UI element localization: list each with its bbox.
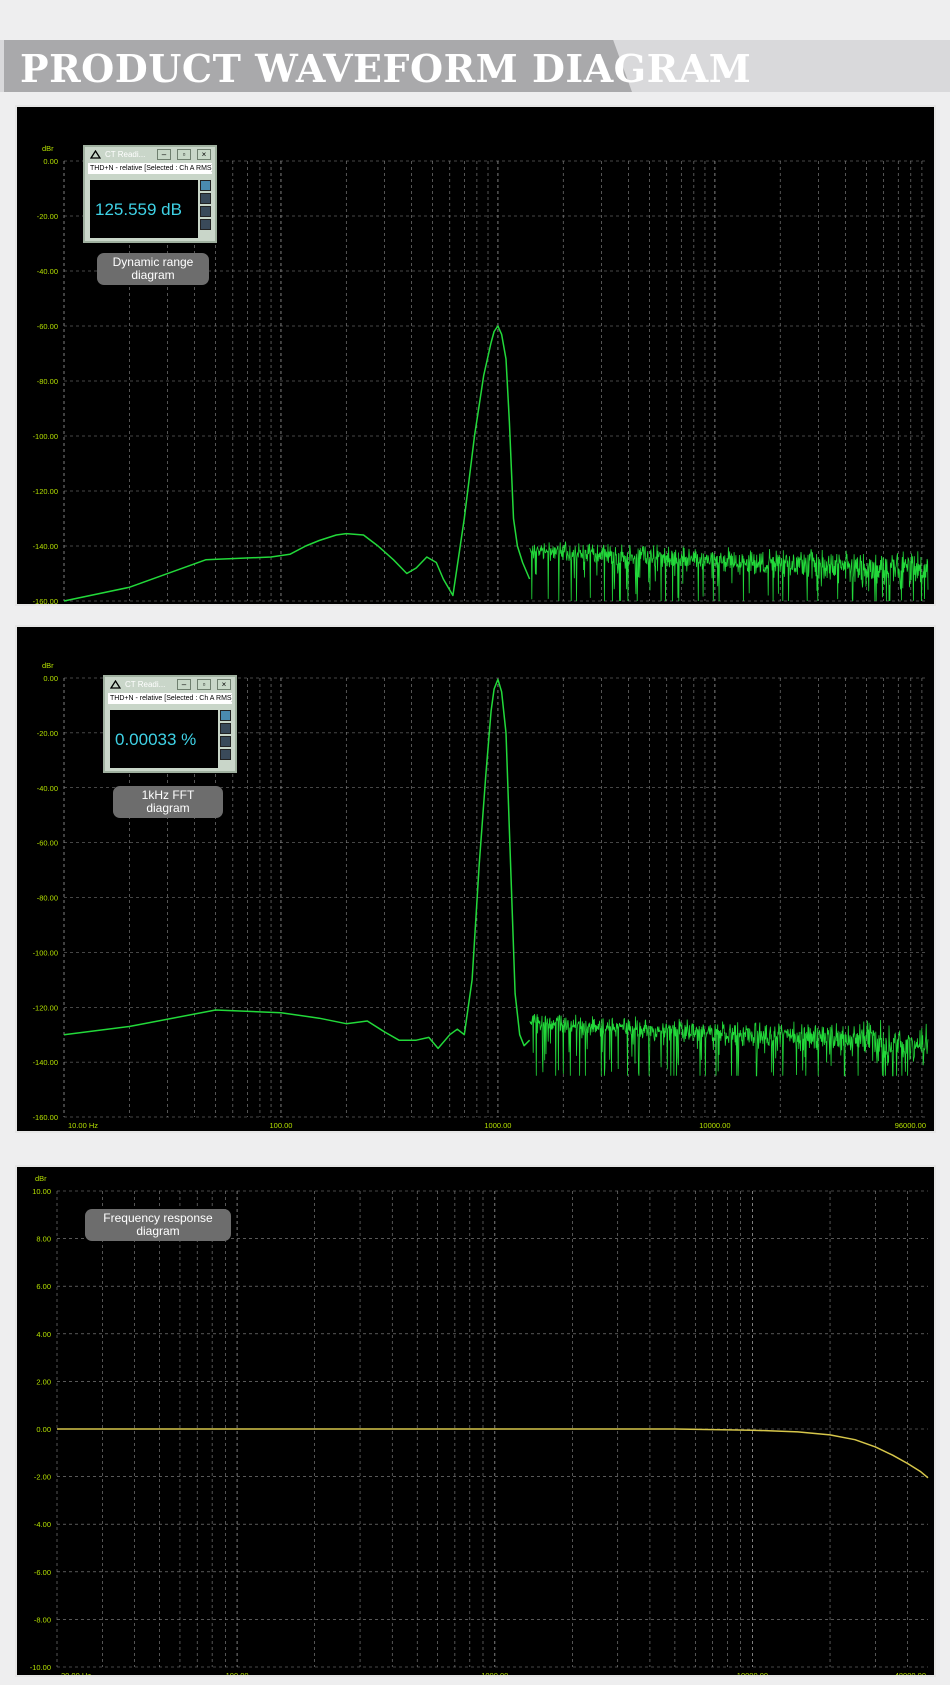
expand-icon[interactable] <box>200 219 211 230</box>
x-tick-label: 10000.00 <box>699 1121 730 1130</box>
y-tick-label: -140.00 <box>33 542 58 551</box>
x-tick-label: 96000.00 <box>895 1121 926 1130</box>
y-tick-label: -4.00 <box>34 1520 51 1529</box>
series-line <box>57 1428 929 1479</box>
frequency-response-chart: 10.00 8.00 6.00 4.00 2.00 0.00 -2.00 -4.00 -6.00… <box>15 1165 936 1677</box>
readout-titlebar: CT Readi... – ▫ × <box>85 147 215 163</box>
close-icon[interactable]: × <box>197 149 211 160</box>
readout-window-title: CT Readi... <box>105 150 146 159</box>
y-tick-label: -10.00 <box>30 1663 51 1672</box>
y-tick-label: 0.00 <box>36 1425 51 1434</box>
x-tick-label: 48000.00 <box>895 1671 926 1677</box>
y-tick-label: -20.00 <box>37 212 58 221</box>
y-tick-label: -80.00 <box>37 894 58 903</box>
y-axis-label: dBr <box>42 144 54 153</box>
readout-window: CT Readi... – ▫ × THD+N - relative [Select… <box>103 675 237 773</box>
readout-app-icon <box>110 680 121 689</box>
y-tick-label: 0.00 <box>43 157 58 166</box>
fft-chart: 0.00 -20.00 -40.00 -60.00 -80.00 -100.00 -120.… <box>15 625 936 1133</box>
x-tick-label: 100.00 <box>269 605 292 606</box>
readout-value: 0.00033 % <box>115 730 197 749</box>
y-tick-label: -40.00 <box>37 267 58 276</box>
x-tick-label: 10000.00 <box>737 1671 768 1677</box>
series-line <box>63 325 531 602</box>
y-tick-label: 6.00 <box>36 1282 51 1291</box>
noise-floor-trace <box>529 1013 929 1077</box>
y-tick-label: -160.00 <box>33 1113 58 1122</box>
y-tick-label: 8.00 <box>36 1235 51 1244</box>
x-tick-label: 1000.00 <box>484 1121 511 1130</box>
y-tick-label: -80.00 <box>37 377 58 386</box>
page-title: PRODUCT WAVEFORM DIAGRAM <box>20 46 752 91</box>
x-tick-label: 10000.00 <box>699 605 730 606</box>
graph-icon[interactable] <box>220 736 231 747</box>
y-tick-label: -60.00 <box>37 839 58 848</box>
x-tick-label: 1000.00 <box>484 605 511 606</box>
y-tick-label: -160.00 <box>33 597 58 606</box>
dynamic-range-callout: Dynamic range diagram <box>97 253 209 285</box>
restore-icon[interactable]: ▫ <box>177 149 191 160</box>
y-tick-label: -100.00 <box>33 432 58 441</box>
settings-icon[interactable] <box>220 723 231 734</box>
readout-app-icon <box>90 150 101 159</box>
readout-subtitle: THD+N - relative [Selected : Ch A RMS] <box>88 163 212 174</box>
y-tick-label: 4.00 <box>36 1330 51 1339</box>
y-tick-label: -140.00 <box>33 1058 58 1067</box>
y-tick-label: -60.00 <box>37 322 58 331</box>
y-tick-label: 2.00 <box>36 1377 51 1386</box>
y-tick-label: -120.00 <box>33 487 58 496</box>
y-axis-label: dBr <box>42 661 54 670</box>
x-tick-label: 10.00 Hz <box>68 1121 98 1130</box>
dynamic-range-chart: 0.00 -20.00 -40.00 -60.00 -80.00 -100.00 -120.… <box>15 105 936 606</box>
noise-floor-trace <box>529 541 929 602</box>
y-tick-label: -20.00 <box>37 729 58 738</box>
readout-display: 0.00033 % <box>110 710 218 768</box>
x-tick-label: 100.00 <box>226 1671 249 1677</box>
meter-icon[interactable] <box>220 710 231 721</box>
x-tick-label: 100.00 <box>269 1121 292 1130</box>
restore-icon[interactable]: ▫ <box>197 679 211 690</box>
x-tick-label: 10.00 Hz <box>68 605 98 606</box>
y-tick-label: -8.00 <box>34 1615 51 1624</box>
readout-display: 125.559 dB <box>90 180 198 238</box>
readout-titlebar: CT Readi... – ▫ × <box>105 677 235 693</box>
frequency-response-callout: Frequency response diagram <box>85 1209 231 1241</box>
readout-window: CT Readi... – ▫ × THD+N - relative [Select… <box>83 145 217 243</box>
readout-subtitle: THD+N - relative [Selected : Ch A RMS] <box>108 693 232 704</box>
y-tick-label: 10.00 <box>32 1187 51 1196</box>
minimize-icon[interactable]: – <box>157 149 171 160</box>
readout-value: 125.559 dB <box>95 200 182 219</box>
y-tick-label: -40.00 <box>37 784 58 793</box>
x-tick-label: 20.00 Hz <box>61 1671 91 1677</box>
minimize-icon[interactable]: – <box>177 679 191 690</box>
x-tick-label: 1000.00 <box>481 1671 508 1677</box>
readout-side-tools <box>200 180 212 232</box>
graph-icon[interactable] <box>200 206 211 217</box>
fft-callout: 1kHz FFT diagram <box>113 786 223 818</box>
x-tick-label: 96000.00 <box>895 605 926 606</box>
close-icon[interactable]: × <box>217 679 231 690</box>
y-tick-label: -2.00 <box>34 1473 51 1482</box>
y-tick-label: -120.00 <box>33 1003 58 1012</box>
frequency-response-plot: 10.00 8.00 6.00 4.00 2.00 0.00 -2.00 -4.00 -6.00… <box>30 1174 929 1677</box>
readout-window-title: CT Readi... <box>125 680 166 689</box>
y-tick-label: 0.00 <box>43 674 58 683</box>
y-tick-label: -6.00 <box>34 1568 51 1577</box>
y-axis-label: dBr <box>35 1174 47 1183</box>
y-tick-label: -100.00 <box>33 948 58 957</box>
meter-icon[interactable] <box>200 180 211 191</box>
settings-icon[interactable] <box>200 193 211 204</box>
expand-icon[interactable] <box>220 749 231 760</box>
readout-side-tools <box>220 710 232 762</box>
